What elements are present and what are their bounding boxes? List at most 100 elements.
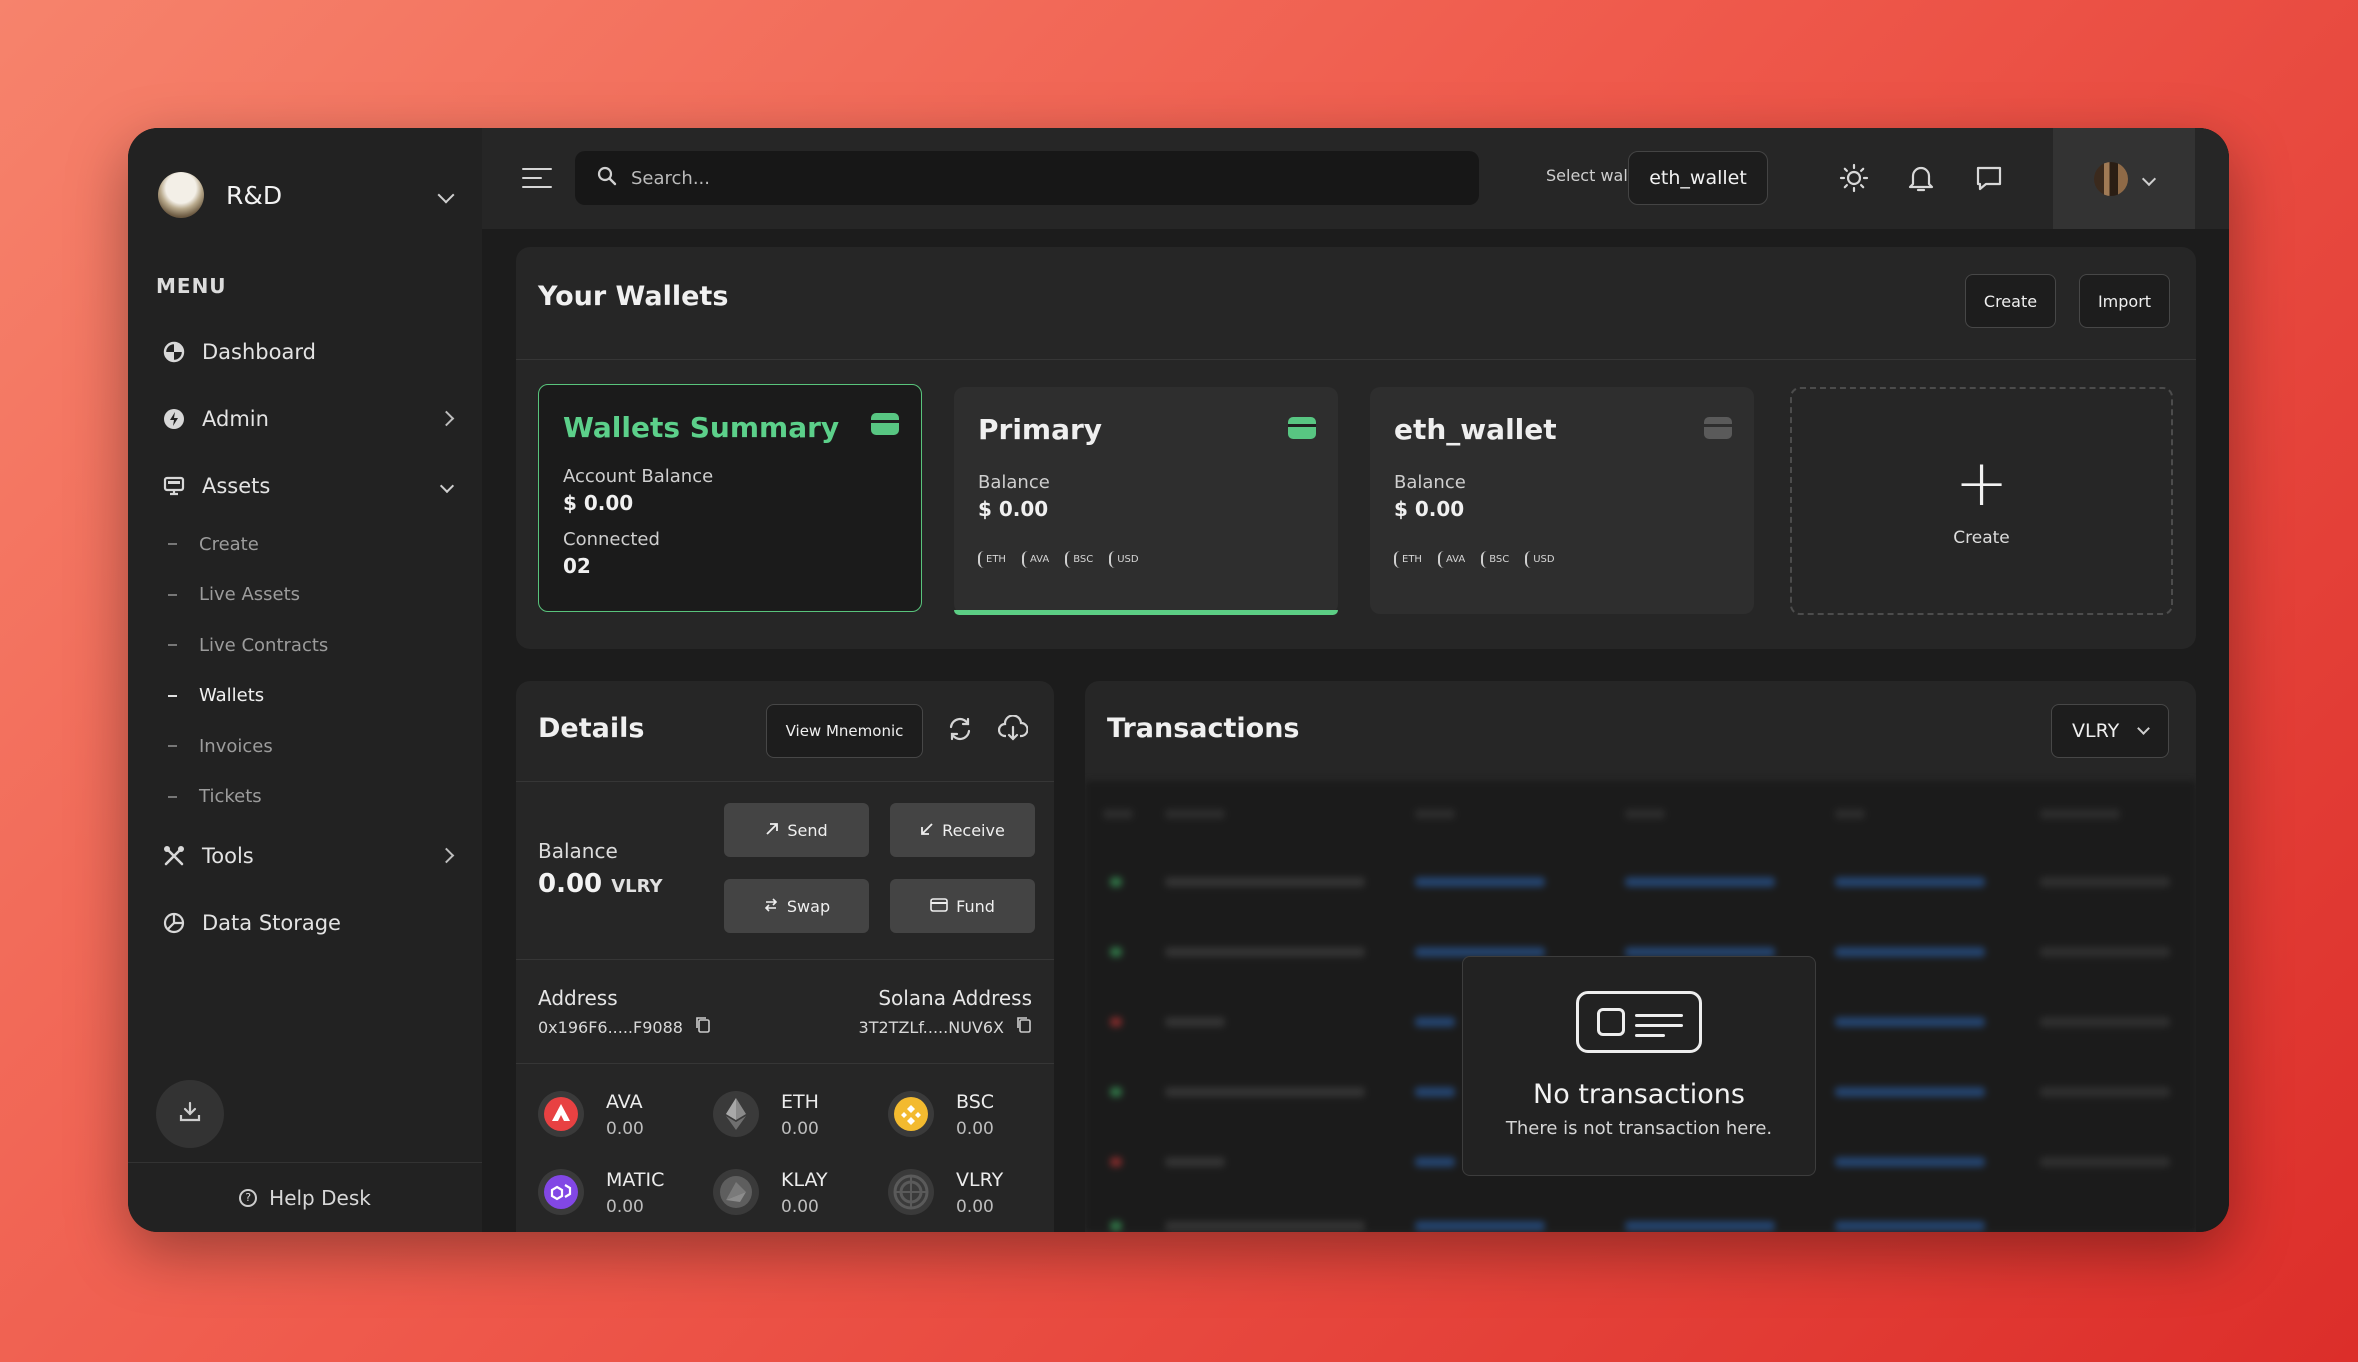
active-indicator	[954, 610, 1338, 615]
search-icon	[597, 166, 617, 190]
balance-unit: VLRY	[611, 876, 663, 897]
subitem-label: Create	[199, 533, 259, 555]
plus-icon: +	[1954, 447, 2009, 521]
search-bar[interactable]	[575, 151, 1479, 205]
balance-value: $ 0.00	[1394, 497, 1465, 521]
help-desk-link[interactable]: ? Help Desk	[128, 1162, 482, 1232]
hamburger-menu-icon[interactable]	[522, 167, 552, 190]
subitem-label: Live Assets	[199, 584, 301, 606]
currency-tags: ETH AVA BSC USD	[978, 551, 1145, 568]
address-value: 0x196F6.....F9088	[538, 1017, 683, 1037]
polygon-icon	[538, 1169, 584, 1215]
coin-vlry[interactable]: VLRY 0.00	[888, 1169, 1003, 1217]
pie-chart-icon	[162, 340, 186, 364]
empty-wallet-icon	[1576, 991, 1702, 1053]
wallets-summary-card[interactable]: Wallets Summary Account Balance $ 0.00 C…	[538, 384, 922, 612]
currency-value: VLRY	[2072, 720, 2120, 742]
currency-tag: BSC	[1481, 551, 1515, 568]
sidebar-nav: Dashboard Admin Assets Create Live Asset…	[128, 318, 482, 956]
download-button[interactable]	[156, 1080, 224, 1148]
currency-tag: USD	[1109, 551, 1144, 568]
sidebar-item-admin[interactable]: Admin	[128, 385, 482, 452]
create-card-label: Create	[1953, 528, 2010, 548]
sidebar-item-dashboard[interactable]: Dashboard	[128, 318, 482, 385]
currency-tag: AVA	[1021, 551, 1055, 568]
details-panel: Details View Mnemonic Balance 0.00 VLRY …	[516, 681, 1054, 1232]
search-input[interactable]	[631, 167, 1431, 189]
balance-label: Balance	[978, 472, 1050, 493]
vlry-icon	[888, 1169, 934, 1215]
copy-icon[interactable]	[1016, 1016, 1032, 1038]
currency-tag: ETH	[978, 551, 1012, 568]
solana-address-value: 3T2TZLf.....NUV6X	[858, 1017, 1004, 1037]
fund-button[interactable]: Fund	[890, 879, 1035, 933]
import-wallet-button[interactable]: Import	[2079, 274, 2170, 328]
chevron-down-icon	[2141, 171, 2157, 186]
table-header	[1085, 809, 2196, 825]
wallet-card-title: Primary	[978, 413, 1103, 446]
receive-label: Receive	[942, 820, 1005, 840]
divider	[516, 781, 1054, 782]
avatar	[2094, 161, 2128, 196]
subitem-tickets[interactable]: Tickets	[128, 772, 482, 823]
dash-icon	[168, 543, 177, 546]
send-label: Send	[787, 820, 828, 840]
currency-tag: AVA	[1437, 551, 1471, 568]
create-wallet-card[interactable]: + Create	[1790, 387, 2173, 615]
wallet-card-eth-wallet[interactable]: eth_wallet Balance $ 0.00 ETH AVA BSC US…	[1370, 387, 1754, 614]
coin-klay[interactable]: KLAY 0.00	[713, 1169, 828, 1217]
currency-select[interactable]: VLRY	[2051, 704, 2169, 758]
wallet-card-primary[interactable]: Primary Balance $ 0.00 ETH AVA BSC USD	[954, 387, 1338, 615]
subitem-create[interactable]: Create	[128, 519, 482, 570]
receive-button[interactable]: Receive	[890, 803, 1035, 857]
refresh-icon[interactable]	[946, 715, 974, 747]
org-switcher[interactable]: R&D	[128, 128, 482, 262]
subitem-live-contracts[interactable]: Live Contracts	[128, 620, 482, 671]
transactions-title: Transactions	[1107, 713, 1300, 744]
sidebar-item-label: Dashboard	[202, 339, 316, 364]
monitor-icon	[162, 474, 186, 498]
send-button[interactable]: Send	[724, 803, 869, 857]
sidebar-item-label: Admin	[202, 406, 269, 431]
sidebar-item-assets[interactable]: Assets	[128, 452, 482, 519]
copy-icon[interactable]	[695, 1016, 711, 1038]
swap-button[interactable]: Swap	[724, 879, 869, 933]
chat-icon[interactable]	[1971, 160, 2007, 196]
wallet-selector[interactable]: eth_wallet	[1628, 151, 1768, 205]
coin-value: 0.00	[606, 1197, 644, 1217]
coin-eth[interactable]: ETH 0.00	[713, 1091, 819, 1139]
subitem-invoices[interactable]: Invoices	[128, 721, 482, 772]
chevron-down-icon	[2137, 722, 2150, 735]
help-label: Help Desk	[269, 1185, 371, 1210]
transactions-panel: Transactions VLRY No transactions There …	[1085, 681, 2196, 1232]
view-mnemonic-button[interactable]: View Mnemonic	[766, 704, 923, 758]
subitem-wallets[interactable]: Wallets	[128, 671, 482, 722]
wallet-icon	[1704, 417, 1732, 439]
coin-name: AVA	[606, 1091, 643, 1113]
main-content: Select wallet eth_wallet Your Wallets Cr…	[482, 128, 2229, 1232]
cloud-download-icon[interactable]	[997, 714, 1029, 747]
coin-ava[interactable]: AVA 0.00	[538, 1091, 644, 1139]
subitem-label: Invoices	[199, 735, 273, 757]
create-wallet-button[interactable]: Create	[1965, 274, 2056, 328]
theme-toggle-icon[interactable]	[1836, 160, 1872, 196]
ethereum-icon	[713, 1091, 759, 1137]
bell-icon[interactable]	[1903, 160, 1939, 196]
wallets-title: Your Wallets	[538, 281, 729, 312]
subitem-live-assets[interactable]: Live Assets	[128, 570, 482, 621]
subitem-label: Live Contracts	[199, 634, 329, 656]
avalanche-icon	[538, 1091, 584, 1137]
sidebar-item-tools[interactable]: Tools	[128, 822, 482, 889]
sidebar: R&D MENU Dashboard Admin Assets Create L…	[128, 128, 482, 1232]
binance-icon	[888, 1091, 934, 1137]
coin-bsc[interactable]: BSC 0.00	[888, 1091, 994, 1139]
empty-title: No transactions	[1533, 1079, 1745, 1110]
coin-value: 0.00	[781, 1119, 819, 1139]
coin-matic[interactable]: MATIC 0.00	[538, 1169, 664, 1217]
wallet-icon	[871, 413, 899, 435]
dash-icon	[168, 795, 177, 798]
balance-amount: 0.00 VLRY	[538, 869, 663, 899]
sidebar-item-data-storage[interactable]: Data Storage	[128, 889, 482, 956]
profile-menu[interactable]	[2053, 128, 2195, 229]
balance-value: $ 0.00	[978, 497, 1049, 521]
